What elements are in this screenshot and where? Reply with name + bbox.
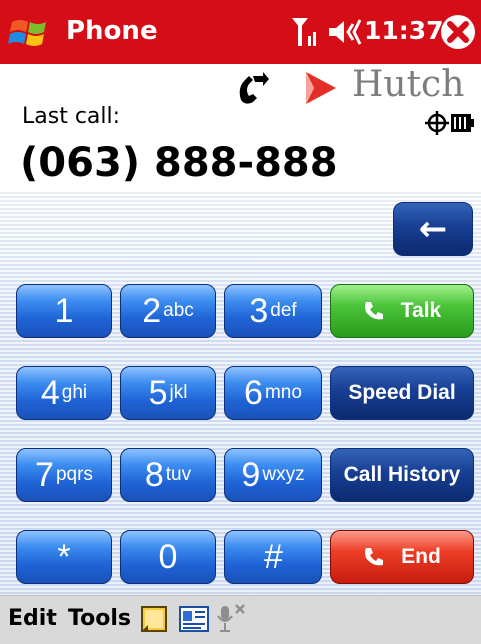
windows-flag-icon[interactable] [8,12,52,52]
close-icon[interactable] [438,12,478,52]
key-digit: 0 [158,537,178,576]
backspace-button[interactable]: ← [393,202,473,256]
last-call-label: Last call: [22,104,121,129]
key-8[interactable]: 8 tuv [120,448,216,502]
clock[interactable]: 11:37 [364,16,444,45]
key-letters: jkl [169,382,188,403]
volume-icon[interactable] [327,16,365,48]
key-letters: abc [163,300,194,321]
gps-icon[interactable] [424,110,450,136]
key-digit: # [263,537,283,576]
key-hash[interactable]: # [224,530,322,584]
talk-label: Talk [400,299,442,322]
operator-name: Hutch [352,64,465,105]
key-letters: ghi [61,382,88,403]
key-2[interactable]: 2 abc [120,284,216,338]
notes-icon[interactable] [140,604,170,634]
edit-menu[interactable]: Edit [8,606,57,631]
key-star[interactable]: * [16,530,112,584]
call-history-button[interactable]: Call History [330,448,474,502]
key-4[interactable]: 4 ghi [16,366,112,420]
key-1[interactable]: 1 [16,284,112,338]
microphone-off-icon[interactable] [216,602,246,634]
key-6[interactable]: 6 mno [224,366,322,420]
key-letters: tuv [165,464,192,485]
key-digit: 2 [142,291,162,330]
signal-strength-icon[interactable] [290,14,322,50]
speed-dial-button[interactable]: Speed Dial [330,366,474,420]
key-digit: 6 [244,373,263,412]
call-forwarding-icon [239,72,269,104]
key-digit: 5 [148,373,168,412]
tools-menu[interactable]: Tools [68,606,131,631]
phone-handset-icon [365,548,384,566]
battery-icon[interactable] [450,112,474,134]
left-arrow-icon: ← [418,209,448,249]
key-digit: 4 [40,373,60,412]
talk-button[interactable]: Talk [330,284,474,338]
hutch-logo [306,72,336,104]
key-5[interactable]: 5 jkl [120,366,216,420]
key-digit: * [57,537,71,576]
key-digit: 8 [144,455,164,494]
key-7[interactable]: 7 pqrs [16,448,112,502]
key-letters: mno [264,382,302,403]
end-label: End [401,545,441,568]
menu-bar: Edit Tools [0,595,481,644]
speed-dial-label: Speed Dial [348,381,456,404]
key-letters: wxyz [262,464,305,485]
key-0[interactable]: 0 [120,530,216,584]
call-history-label: Call History [343,463,461,486]
key-digit: 1 [54,291,74,330]
contacts-icon[interactable] [179,605,209,633]
key-digit: 7 [35,455,54,494]
phone-handset-icon [364,302,383,320]
key-digit: 3 [249,291,269,330]
key-letters: pqrs [55,464,93,485]
end-button[interactable]: End [330,530,474,584]
last-call-number: (063) 888-888 [20,140,338,186]
title-bar: Phone 11:37 [0,0,481,64]
key-letters: def [270,300,297,321]
app-title: Phone [66,16,158,46]
key-digit: 9 [241,455,261,494]
key-3[interactable]: 3 def [224,284,322,338]
key-9[interactable]: 9 wxyz [224,448,322,502]
